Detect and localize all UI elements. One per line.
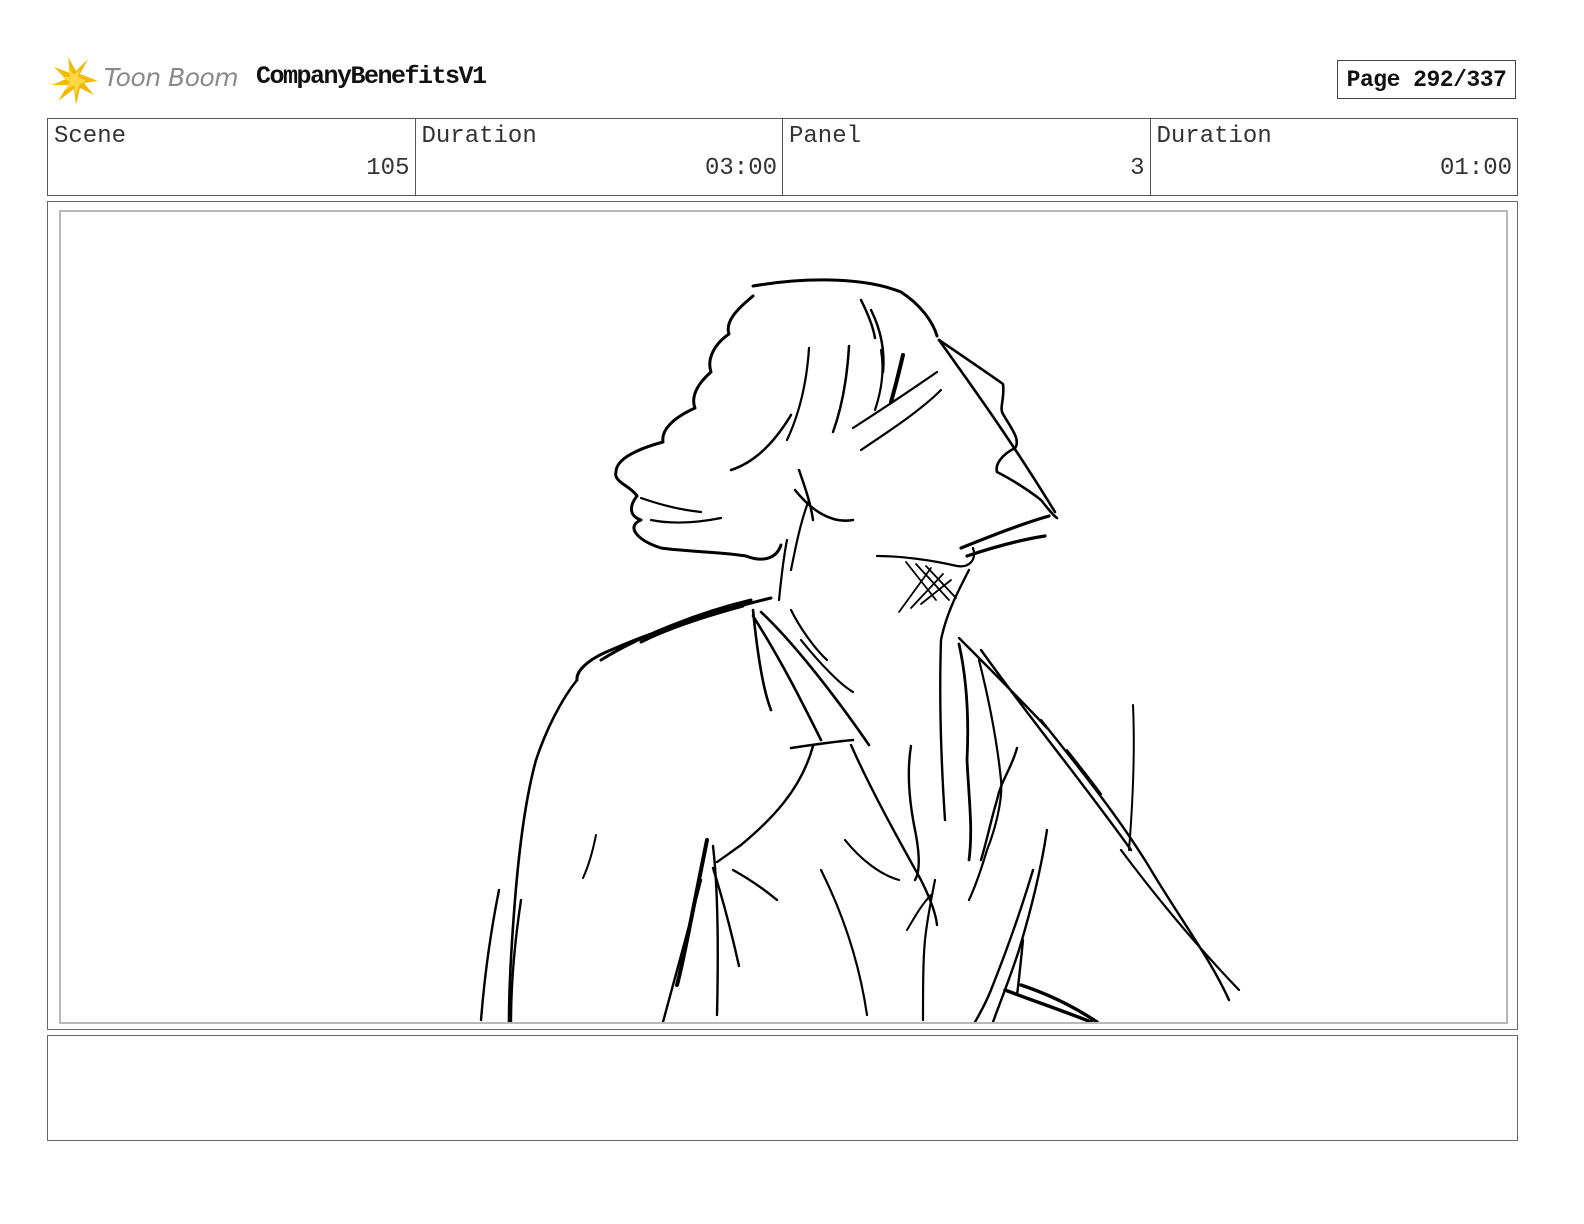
panel-duration-value: 01:00 xyxy=(1439,155,1512,182)
panel-drawing-area xyxy=(59,210,1508,1024)
logo-text: Toon Boom xyxy=(104,63,239,92)
scene-duration-label: Duration xyxy=(421,123,537,150)
panel-info-row: Scene 105 Duration 03:00 Panel 3 Duratio… xyxy=(47,118,1518,196)
panel-duration-label: Duration xyxy=(1156,123,1272,150)
panel-label: Panel xyxy=(789,123,862,150)
toon-boom-logo: Toon Boom xyxy=(50,55,240,107)
panel-cell: Panel 3 xyxy=(783,119,1151,195)
scene-duration-value: 03:00 xyxy=(704,155,777,182)
sketch-collar xyxy=(751,608,871,750)
panel-notes xyxy=(47,1035,1518,1141)
panel-duration-cell: Duration 01:00 xyxy=(1151,119,1518,195)
sketch-drawing xyxy=(479,278,1241,1022)
scene-cell: Scene 105 xyxy=(48,119,416,195)
scene-value: 105 xyxy=(366,155,410,182)
toon-boom-star-icon xyxy=(52,57,98,105)
project-title: CompanyBenefitsV1 xyxy=(256,62,487,91)
panel-value: 3 xyxy=(1130,155,1145,182)
sketch-shoulder-left xyxy=(575,596,773,682)
scene-label: Scene xyxy=(54,123,127,150)
scene-duration-cell: Duration 03:00 xyxy=(416,119,783,195)
sketch-hair xyxy=(614,278,939,561)
page-indicator: Page 292/337 xyxy=(1337,60,1516,99)
storyboard-panel xyxy=(47,201,1518,1030)
